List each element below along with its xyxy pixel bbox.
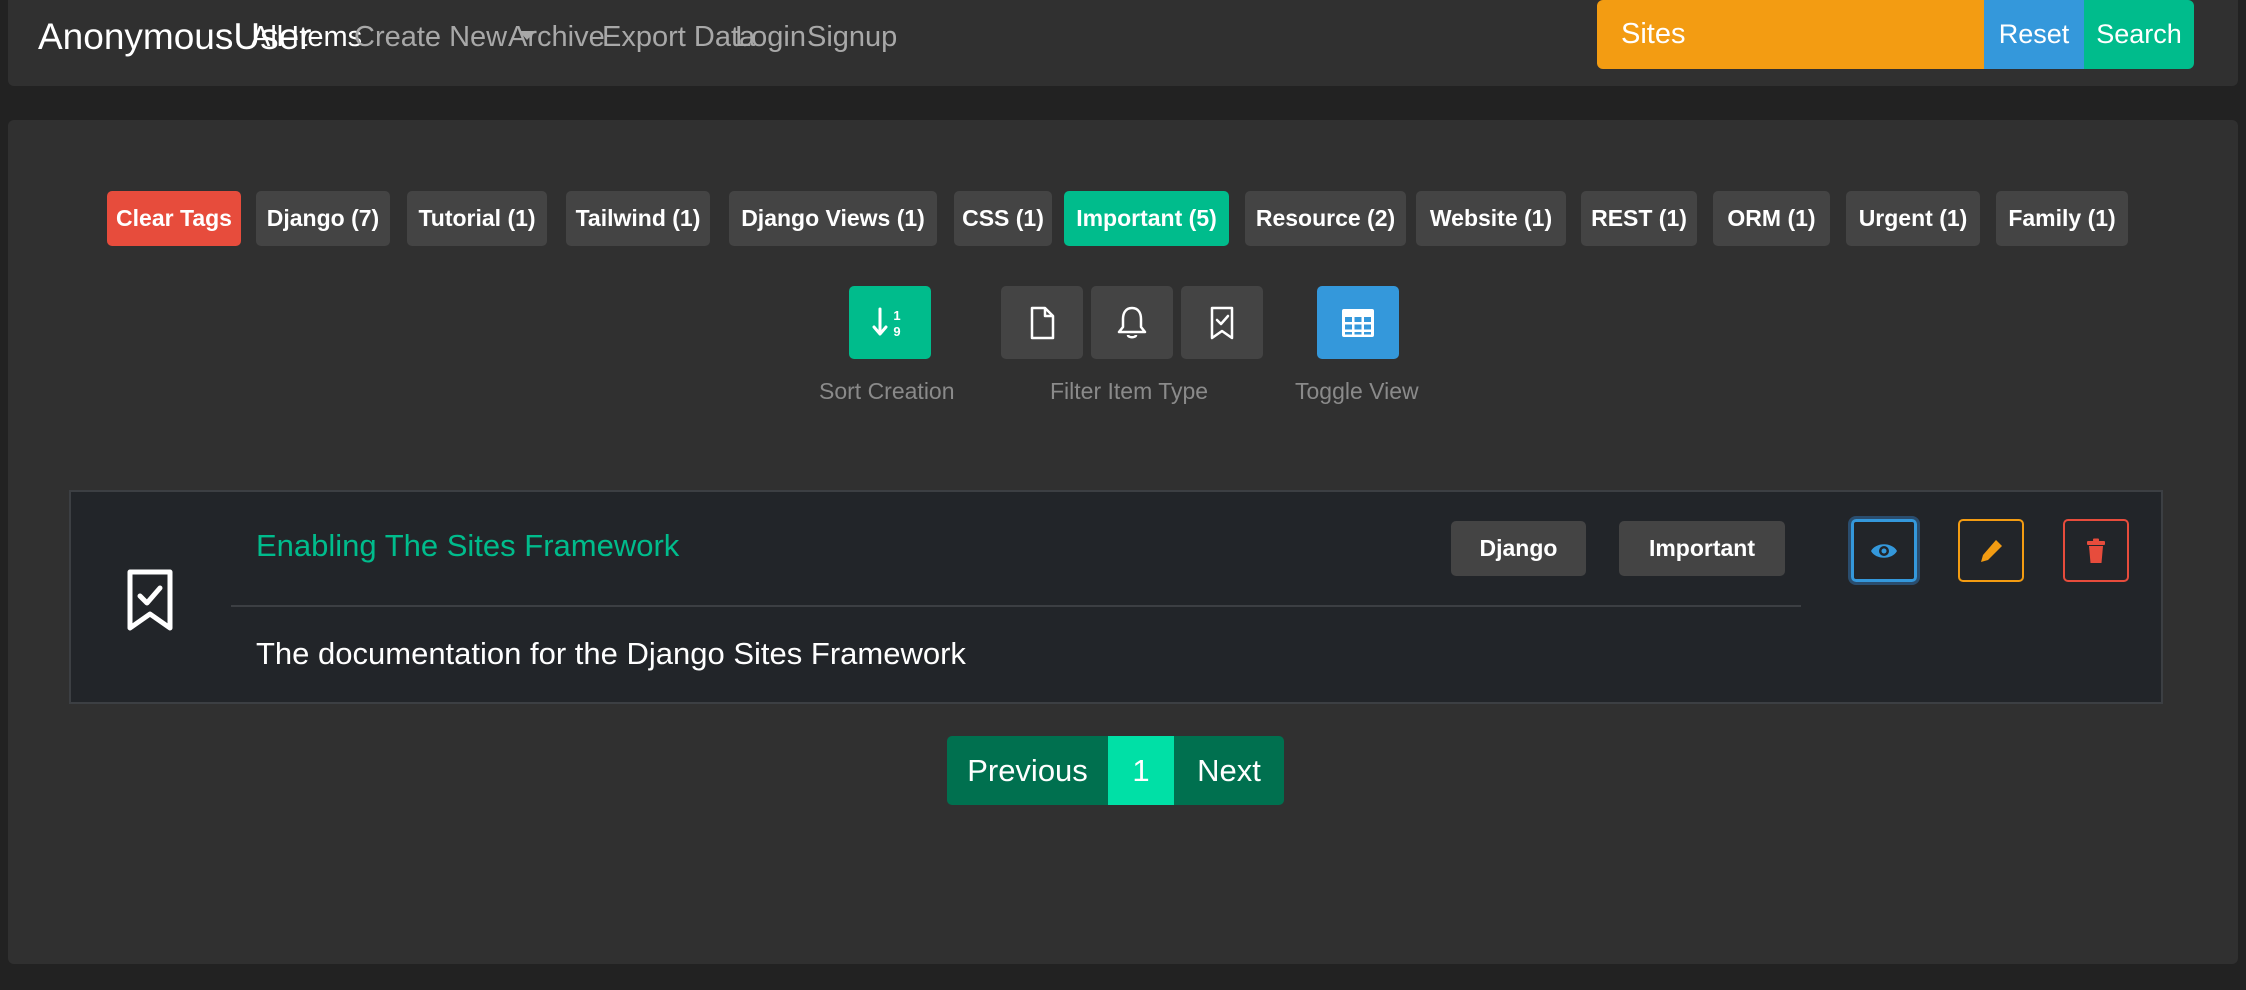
- tag-css[interactable]: CSS (1): [954, 191, 1052, 246]
- reset-button[interactable]: Reset: [1984, 0, 2084, 69]
- nav-all-items[interactable]: All Items: [251, 21, 362, 54]
- tag-tutorial[interactable]: Tutorial (1): [407, 191, 547, 246]
- table-icon: [1342, 308, 1374, 337]
- bookmark-check-icon: [1210, 306, 1234, 339]
- filter-reminder-button[interactable]: [1091, 286, 1173, 359]
- bell-icon: [1117, 306, 1147, 338]
- pagination-previous[interactable]: Previous: [947, 736, 1108, 805]
- tag-website[interactable]: Website (1): [1416, 191, 1566, 246]
- filter-item-type-label: Filter Item Type: [1050, 378, 1209, 404]
- item-description: The documentation for the Django Sites F…: [256, 636, 966, 671]
- trash-icon: [2087, 538, 2105, 563]
- eye-icon: [1871, 543, 1897, 558]
- sort-numeric-icon: 1 9: [872, 307, 901, 339]
- view-button[interactable]: [1851, 519, 1917, 582]
- nav-archive[interactable]: Archive: [508, 21, 605, 54]
- tag-django[interactable]: Django (7): [256, 191, 390, 246]
- sort-icon-bottom-digit: 9: [893, 324, 900, 339]
- tag-family[interactable]: Family (1): [1996, 191, 2128, 246]
- tag-resource[interactable]: Resource (2): [1245, 191, 1406, 246]
- toggle-view-label: Toggle View: [1295, 378, 1419, 404]
- pagination: Previous 1 Next: [947, 736, 1284, 805]
- tag-urgent[interactable]: Urgent (1): [1846, 191, 1980, 246]
- item-card: Enabling The Sites Framework Django Impo…: [69, 490, 2163, 704]
- item-tag-important[interactable]: Important: [1619, 521, 1785, 576]
- filter-note-button[interactable]: [1001, 286, 1083, 359]
- filter-bookmark-button[interactable]: [1181, 286, 1263, 359]
- item-tag-django[interactable]: Django: [1451, 521, 1586, 576]
- nav-export-data[interactable]: Export Data: [602, 21, 755, 54]
- search-button[interactable]: Search: [2084, 0, 2194, 69]
- delete-button[interactable]: [2063, 519, 2129, 582]
- nav-create-new-label: Create New: [354, 21, 508, 53]
- sort-creation-label: Sort Creation: [819, 378, 955, 404]
- pencil-icon: [1981, 539, 2002, 562]
- tag-rest[interactable]: REST (1): [1581, 191, 1697, 246]
- file-icon: [1030, 306, 1055, 339]
- edit-button[interactable]: [1958, 519, 2024, 582]
- tag-tailwind[interactable]: Tailwind (1): [566, 191, 710, 246]
- item-title-link[interactable]: Enabling The Sites Framework: [256, 528, 679, 564]
- search-input[interactable]: [1597, 0, 1984, 69]
- bookmark-check-icon: [127, 569, 173, 631]
- tag-orm[interactable]: ORM (1): [1713, 191, 1830, 246]
- tag-django-views[interactable]: Django Views (1): [729, 191, 937, 246]
- tag-important[interactable]: Important (5): [1064, 191, 1229, 246]
- clear-tags-button[interactable]: Clear Tags: [107, 191, 241, 246]
- card-divider: [231, 605, 1801, 607]
- pagination-next[interactable]: Next: [1174, 736, 1284, 805]
- sort-creation-button[interactable]: 1 9: [849, 286, 931, 359]
- pagination-page-1[interactable]: 1: [1108, 736, 1174, 805]
- nav-signup[interactable]: Signup: [807, 21, 897, 54]
- sort-icon-top-digit: 1: [893, 308, 900, 323]
- main-panel: Clear Tags Django (7) Tutorial (1) Tailw…: [8, 120, 2238, 964]
- nav-login[interactable]: Login: [735, 21, 806, 54]
- toggle-view-button[interactable]: [1317, 286, 1399, 359]
